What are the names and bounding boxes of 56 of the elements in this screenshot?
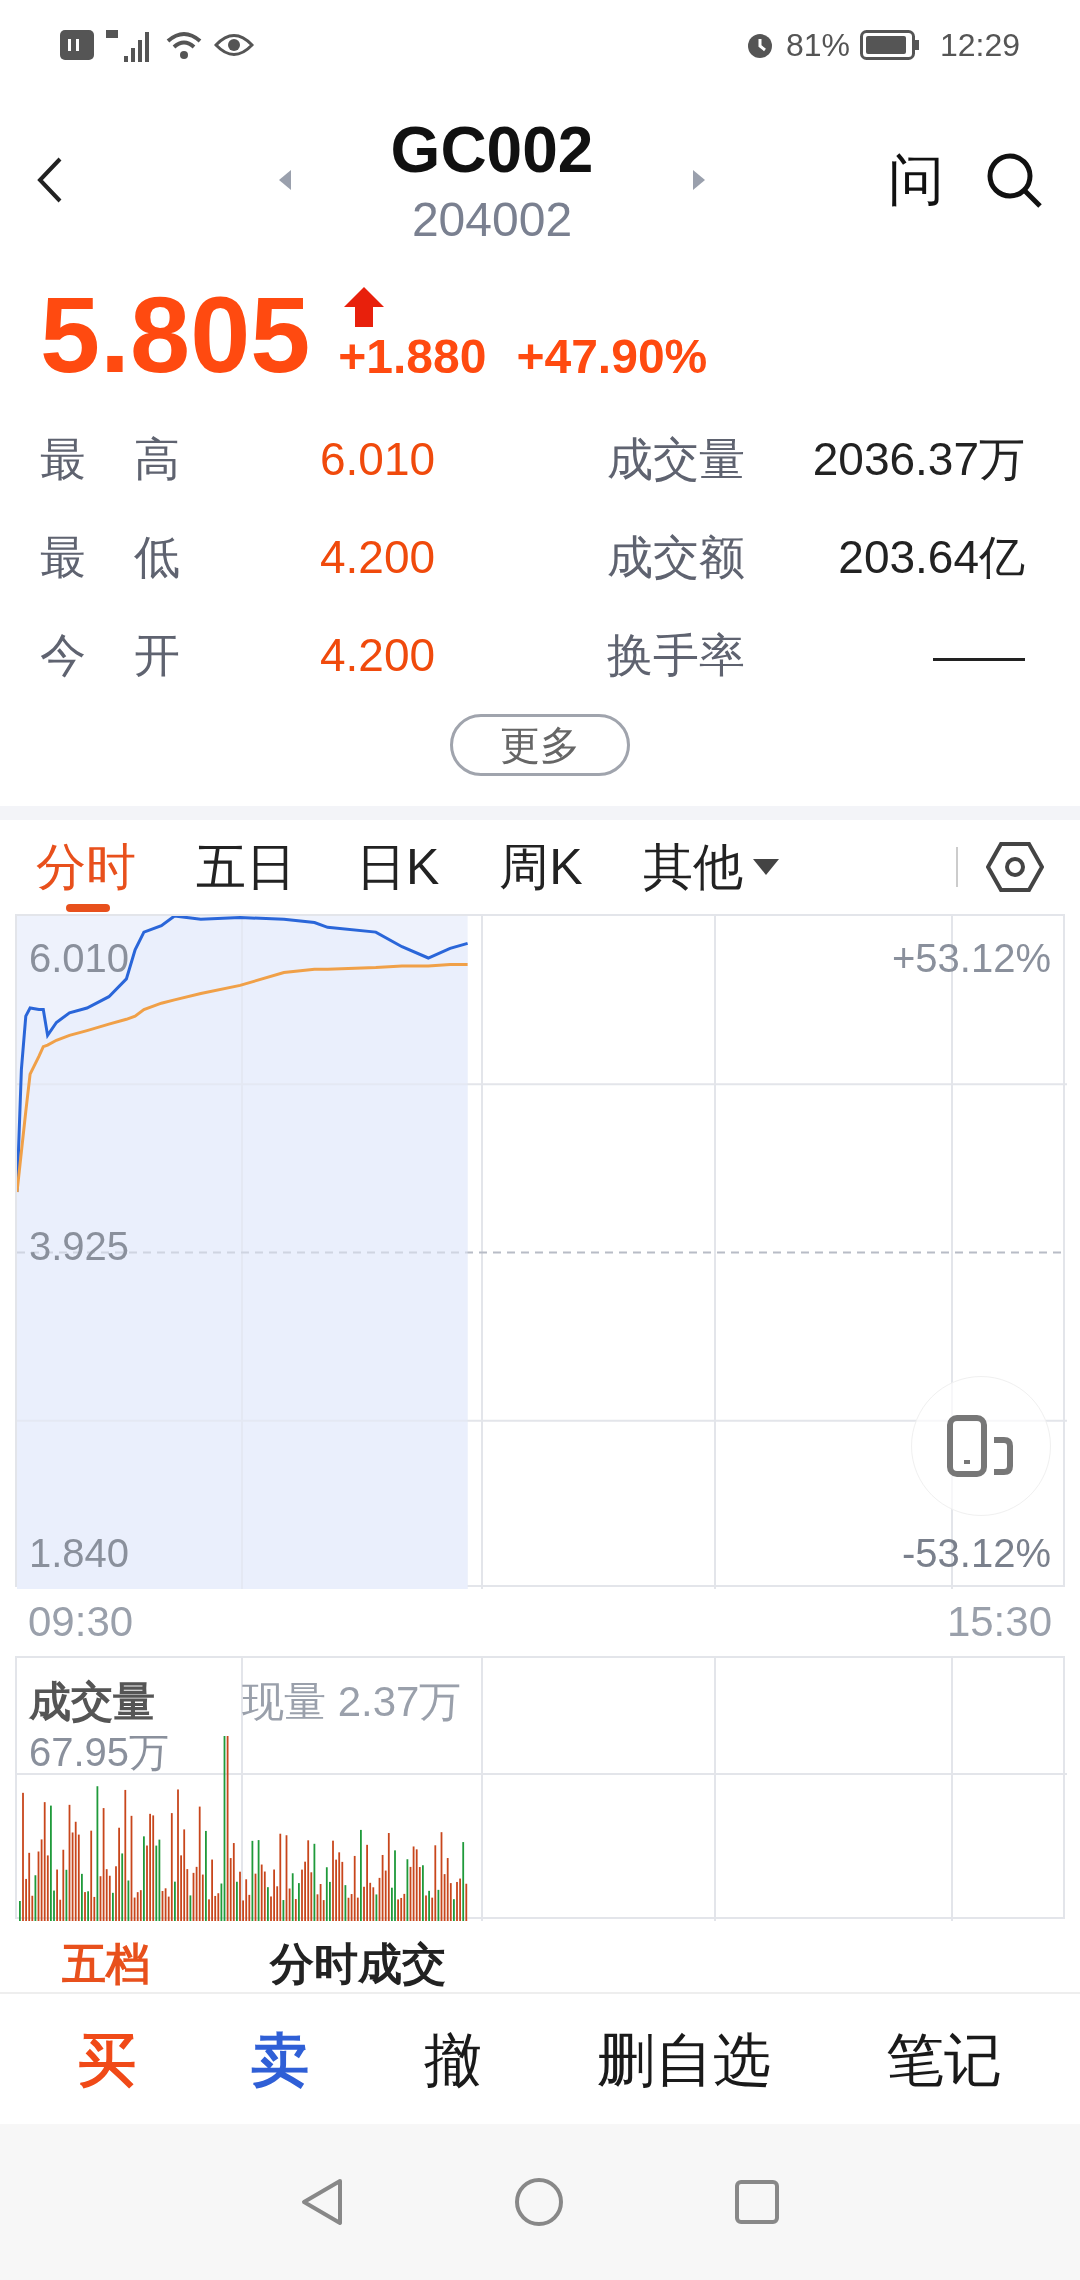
eye-icon (214, 32, 254, 58)
chevron-left-icon (36, 155, 64, 205)
stat-label: 成交额 (607, 529, 745, 585)
time-end-label: 15:30 (946, 1597, 1052, 1647)
dropdown-caret-icon (752, 859, 779, 875)
y-axis-label: 6.010 (29, 935, 130, 982)
stat-value: 4.200 (320, 529, 437, 585)
action-button[interactable]: 撤 (423, 2015, 482, 2103)
ask-button[interactable]: 问 (888, 138, 944, 222)
previous-arrow-icon[interactable] (278, 170, 291, 190)
next-arrow-icon[interactable] (693, 170, 706, 190)
action-button[interactable]: 删自选 (597, 2015, 772, 2103)
change-axis-label: -53.12% (902, 1530, 1051, 1577)
stat-label: 今开 (40, 627, 229, 683)
stat-value: 6.010 (320, 431, 437, 487)
stat-value: —— (932, 627, 1026, 683)
stat-value: 2036.37万 (811, 431, 1026, 487)
more-button[interactable]: 更多 (450, 714, 630, 776)
action-button[interactable]: 卖 (250, 2015, 309, 2103)
change-percent: +47.90% (516, 329, 708, 385)
current-price: 5.805 (40, 281, 311, 389)
action-button[interactable]: 笔记 (886, 2015, 1003, 2103)
chart-tab[interactable]: 其他 (642, 820, 779, 914)
chart-tab[interactable]: 五日 (196, 820, 296, 914)
y-axis-label: 1.840 (29, 1530, 130, 1577)
back-nav-icon[interactable] (300, 2177, 344, 2227)
home-nav-icon[interactable] (514, 2177, 564, 2227)
chart-tab[interactable]: 日K (356, 820, 440, 914)
wifi-icon (164, 29, 204, 61)
stat-label: 换手率 (607, 627, 745, 683)
stock-code: 204002 (411, 192, 573, 248)
change-axis-label: +53.12% (891, 935, 1051, 982)
phone-rotate-icon (946, 1414, 1016, 1478)
detail-tab[interactable]: 分时成交 (270, 1936, 446, 1992)
stat-value: 4.200 (320, 627, 437, 683)
max-volume-label: 67.95万 (29, 1729, 170, 1776)
action-button[interactable]: 买 (77, 2015, 136, 2103)
detail-tab[interactable]: 五档 (62, 1936, 150, 1992)
settings-icon[interactable] (986, 841, 1044, 893)
battery-percent: 81% (785, 26, 850, 65)
stock-title: GC002 (390, 113, 594, 188)
stat-label: 成交量 (607, 431, 745, 487)
current-volume: 现量 2.37万 (242, 1677, 462, 1727)
battery-icon (859, 30, 920, 60)
clock-time: 12:29 (939, 26, 1020, 65)
time-start-label: 09:30 (28, 1597, 134, 1647)
chart-tab[interactable]: 分时 (36, 820, 136, 914)
price-change: +1.880 (338, 329, 487, 385)
tab-underline (66, 904, 110, 912)
stat-value: 203.64亿 (837, 529, 1026, 585)
stat-label: 最低 (40, 529, 229, 585)
volume-title: 成交量 (29, 1677, 155, 1727)
recents-nav-icon[interactable] (734, 2179, 780, 2225)
stat-label: 最高 (40, 431, 229, 487)
chart-tab[interactable]: 周K (499, 820, 583, 914)
y-axis-label: 3.925 (29, 1223, 130, 1270)
